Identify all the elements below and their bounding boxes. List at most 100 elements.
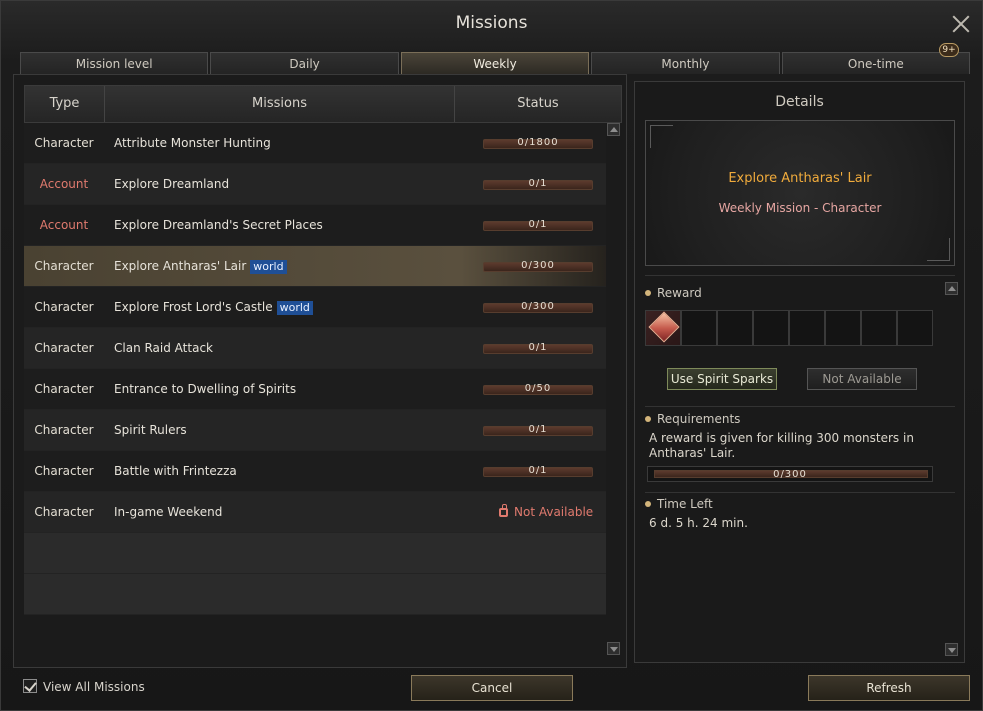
row-name: Explore Frost Lord's Castle world [114,300,313,315]
mission-name: Explore Antharas' Lair [728,171,872,186]
reward-slot [753,310,789,346]
table-row[interactable]: Character Spirit Rulers 0/1 [24,410,606,451]
details-panel: Details Explore Antharas' Lair Weekly Mi… [634,81,965,663]
reward-icon [645,290,651,296]
time-left-label: Time Left [657,497,713,511]
progress-bar: 0/300 [483,301,593,313]
progress-text: 0/1 [528,424,548,435]
reward-slot [861,310,897,346]
mission-type: Weekly Mission - Character [718,201,882,215]
table-row-selected[interactable]: Character Explore Antharas' Lair world 0/… [24,246,606,287]
row-name: Spirit Rulers [114,423,187,437]
row-name: In-game Weekend [114,505,223,519]
requirements-progress: 0/300 [647,466,933,482]
reward-slot [897,310,933,346]
row-name-text: Explore Antharas' Lair [114,259,247,273]
reward-slots [645,310,939,346]
progress-bar: 0/300 [483,260,593,272]
table-header: Type Missions Status [24,85,622,123]
row-type: Character [34,423,94,437]
progress-bar: 0/50 [483,383,593,395]
empty-row [24,533,606,574]
row-type: Character [34,505,94,519]
row-type: Account [39,218,89,232]
tab-weekly[interactable]: Weekly [400,52,590,74]
header-missions: Missions [105,86,455,122]
reward-slot [825,310,861,346]
row-name: Explore Dreamland's Secret Places [114,218,323,232]
reward-slot [717,310,753,346]
table-row[interactable]: Character Entrance to Dwelling of Spirit… [24,369,606,410]
row-type: Account [39,177,89,191]
status-text: Not Available [514,505,594,519]
scroll-down-icon[interactable] [945,643,958,656]
row-type: Character [34,300,94,314]
row-name: Explore Dreamland [114,177,230,191]
close-icon[interactable] [952,15,970,33]
use-spirit-sparks-button[interactable]: Use Spirit Sparks [667,368,777,390]
empty-row [24,574,606,615]
row-name: Attribute Monster Hunting [114,136,271,150]
window-title: Missions [455,13,528,33]
requirements-label: Requirements [657,412,741,426]
reward-slot [789,310,825,346]
row-type: Character [34,136,94,150]
reward-item-icon [648,311,680,343]
tab-daily[interactable]: Daily [210,52,399,74]
table-row[interactable]: Character Battle with Frintezza 0/1 [24,451,606,492]
tab-one-time-label: One-time [847,57,904,71]
world-tag: world [250,260,287,274]
requirements-icon [645,416,651,422]
row-type: Character [34,259,94,273]
divider [645,492,955,493]
progress-text: 0/1 [528,342,548,353]
row-name: Battle with Frintezza [114,464,237,478]
row-type: Character [34,382,94,396]
reward-slot [681,310,717,346]
tab-mission-level[interactable]: Mission level [20,52,209,74]
missions-window: Missions Mission level Daily Weekly Mont… [0,0,983,711]
scroll-up-icon[interactable] [607,123,620,136]
reward-slot[interactable] [645,310,681,346]
progress-bar: 0/1 [483,342,593,354]
row-type: Character [34,341,94,355]
mission-rows: Character Attribute Monster Hunting 0/18… [24,123,606,615]
lock-icon [499,504,508,517]
progress-text: 0/1800 [517,137,559,148]
table-row[interactable]: Character In-game Weekend Not Available [24,492,606,533]
notification-badge: 9+ [939,43,960,57]
cancel-button[interactable]: Cancel [411,675,573,701]
tab-one-time[interactable]: One-time 9+ [781,43,971,74]
divider [645,406,955,407]
table-row[interactable]: Character Explore Frost Lord's Castle wor… [24,287,606,328]
progress-text: 0/1 [528,219,548,230]
requirements-progress-text: 0/300 [773,469,807,480]
scroll-down-icon[interactable] [607,642,620,655]
progress-bar: 0/1 [483,424,593,436]
refresh-button[interactable]: Refresh [808,675,970,701]
progress-bar: 0/1 [483,178,593,190]
not-available-status: Not Available [499,504,594,519]
reward-section-label: Reward [645,286,702,300]
table-row[interactable]: Character Attribute Monster Hunting 0/18… [24,123,606,164]
table-row[interactable]: Account Explore Dreamland's Secret Place… [24,205,606,246]
scroll-up-icon[interactable] [945,282,958,295]
details-title: Details [775,94,824,110]
row-name: Clan Raid Attack [114,341,213,355]
mission-tabs: Mission level Daily Weekly Monthly One-t… [20,43,971,74]
time-left-section-label: Time Left [645,497,713,511]
table-row[interactable]: Account Explore Dreamland 0/1 [24,164,606,205]
divider [645,275,955,276]
view-all-checkbox[interactable] [23,679,37,693]
header-type: Type [25,86,105,122]
time-icon [645,501,651,507]
progress-text: 0/300 [521,301,555,312]
progress-text: 0/1 [528,178,548,189]
tab-monthly[interactable]: Monthly [591,52,780,74]
table-row[interactable]: Character Clan Raid Attack 0/1 [24,328,606,369]
row-name-text: Explore Frost Lord's Castle [114,300,273,314]
mission-list-panel: Type Missions Status Character Attribute… [13,74,627,668]
world-tag: world [276,301,313,315]
progress-bar: 0/1 [483,465,593,477]
not-available-button[interactable]: Not Available [807,368,917,390]
